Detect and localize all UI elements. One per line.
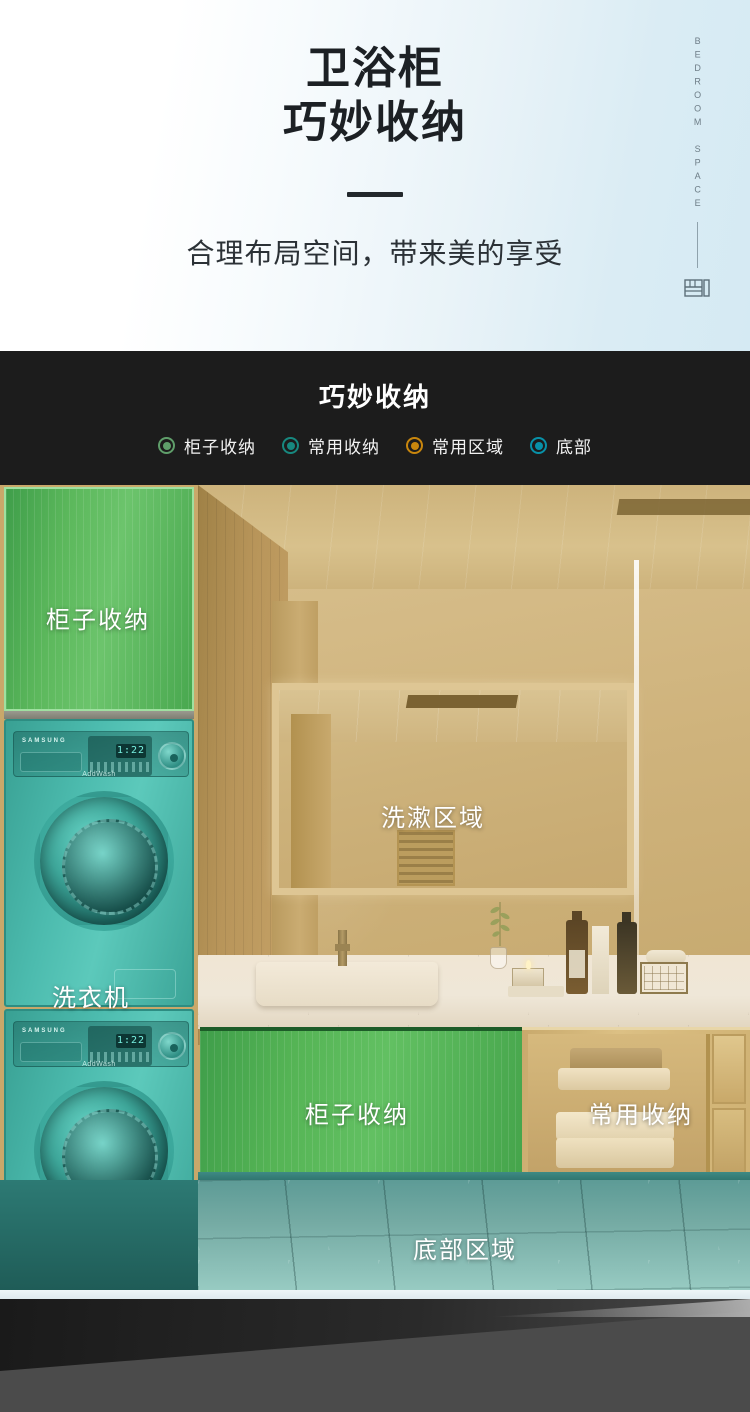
- legend-dot-icon: [158, 437, 175, 454]
- washing-machine-upper: SAMSUNG 1:22 AddWash: [4, 719, 194, 1007]
- washer-program-knob[interactable]: [158, 742, 186, 770]
- amber-bottle: [566, 911, 588, 994]
- wire-basket: [640, 962, 688, 994]
- label-washer: 洗衣机: [52, 985, 130, 1012]
- niche-side-cell-upper: [712, 1034, 746, 1104]
- left-floor-shadow: [0, 1180, 198, 1290]
- legend-label: 底部: [556, 438, 592, 457]
- section-header-band: 巧妙收纳 柜子收纳 常用收纳 常用区域 底部: [0, 351, 750, 485]
- title-divider: [347, 192, 403, 197]
- legend-label: 常用区域: [432, 438, 504, 457]
- white-tube: [592, 926, 609, 994]
- reflected-column: [291, 714, 331, 888]
- washer-brand-label: SAMSUNG: [22, 1028, 67, 1034]
- floor-front-edge: [0, 1290, 750, 1299]
- plant-leaves-icon: [489, 900, 511, 946]
- bottom-wedge: [0, 1299, 750, 1412]
- washer-controls: 1:22: [88, 736, 152, 776]
- dark-pump-bottle: [617, 912, 637, 994]
- label-mirror-area: 洗漱区域: [381, 805, 485, 832]
- washer-display: 1:22: [116, 1034, 146, 1048]
- vessel-sink: [256, 962, 438, 1006]
- folded-towel-light: [558, 1068, 670, 1090]
- niche-divider: [706, 1034, 710, 1176]
- legend-label: 常用收纳: [308, 438, 380, 457]
- led-mirror: [272, 683, 634, 895]
- legend-item-1[interactable]: 常用收纳: [282, 433, 380, 458]
- side-marker: BEDROOM SPACE: [680, 36, 714, 298]
- page-root: 卫浴柜 巧妙收纳 合理布局空间，带来美的享受 BEDROOM SPACE 巧妙收…: [0, 0, 750, 1412]
- mirror-reflection: [279, 690, 627, 888]
- detergent-drawer: [20, 1042, 82, 1062]
- upper-green-cabinet: [4, 487, 194, 711]
- washer-program-knob[interactable]: [158, 1032, 186, 1060]
- washer-logo-label: AddWash: [82, 771, 116, 778]
- faucet: [335, 930, 350, 966]
- label-common-storage: 常用收纳: [589, 1102, 693, 1129]
- legend-item-3[interactable]: 底部: [530, 433, 592, 458]
- hero-section: 卫浴柜 巧妙收纳 合理布局空间，带来美的享受 BEDROOM SPACE: [0, 0, 750, 351]
- side-divider: [696, 221, 698, 268]
- glass-vase: [490, 947, 507, 969]
- legend-label: 柜子收纳: [184, 438, 256, 457]
- washer-brand-label: SAMSUNG: [22, 738, 67, 744]
- niche-side-cell-lower: [712, 1108, 746, 1181]
- label-cabinet-low: 柜子收纳: [305, 1102, 409, 1129]
- label-cabinet-top: 柜子收纳: [46, 607, 150, 634]
- washer-door[interactable]: [34, 791, 174, 931]
- legend-item-0[interactable]: 柜子收纳: [158, 433, 256, 458]
- side-vertical-text: BEDROOM SPACE: [692, 36, 703, 212]
- ceiling-light: [616, 499, 750, 515]
- legend-dot-icon: [530, 437, 547, 454]
- washer-controls: 1:22: [88, 1026, 152, 1066]
- page-title-line2: 巧妙收纳: [283, 97, 467, 147]
- reflected-ceiling: [279, 690, 627, 742]
- bathroom-scene-image: SAMSUNG 1:22 AddWash SAMSUNG 1:22 AddWas…: [0, 485, 750, 1299]
- reflected-vent: [397, 830, 455, 886]
- page-subtitle: 合理布局空间，带来美的享受: [186, 238, 564, 269]
- legend: 柜子收纳 常用收纳 常用区域 底部: [0, 433, 750, 458]
- reflected-light: [405, 695, 519, 708]
- page-title: 卫浴柜 巧妙收纳: [0, 42, 750, 149]
- cabinet-icon: [684, 278, 710, 298]
- folded-towel-stack-bottom: [556, 1138, 674, 1168]
- detergent-drawer: [20, 752, 82, 772]
- legend-dot-icon: [406, 437, 423, 454]
- label-bottom-area: 底部区域: [413, 1237, 517, 1264]
- soap-tray: [508, 986, 564, 997]
- cabinet-divider: [4, 711, 194, 719]
- washer-logo-label: AddWash: [82, 1061, 116, 1068]
- legend-item-2[interactable]: 常用区域: [406, 433, 504, 458]
- washer-display: 1:22: [116, 744, 146, 758]
- legend-dot-icon: [282, 437, 299, 454]
- page-title-line1: 卫浴柜: [306, 44, 444, 93]
- section-title: 巧妙收纳: [318, 382, 431, 412]
